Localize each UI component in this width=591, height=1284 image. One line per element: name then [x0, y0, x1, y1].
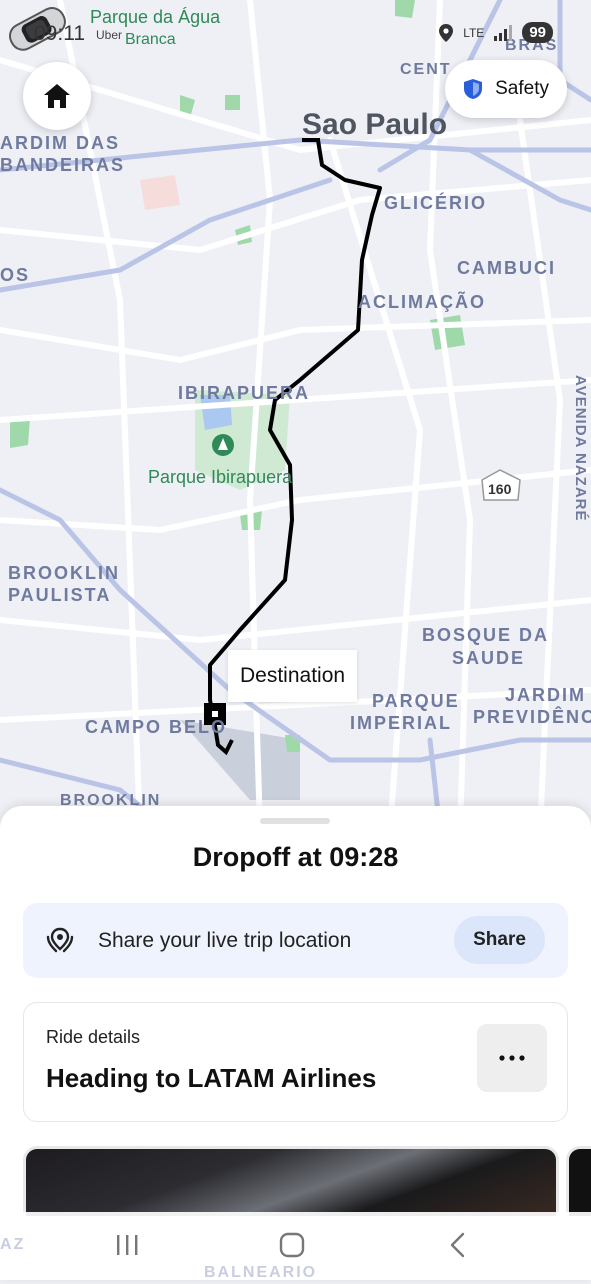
status-time: 09:11	[34, 22, 85, 45]
trip-bottom-sheet[interactable]: Dropoff at 09:28 Share your live trip lo…	[0, 806, 591, 1280]
status-icons: LTE 99	[439, 22, 553, 43]
shield-icon	[464, 79, 483, 99]
map-label-aclimacao: ACLIMAÇÃO	[358, 292, 486, 312]
dropoff-time: Dropoff at 09:28	[192, 842, 399, 872]
map-label-glicerio: GLICÉRIO	[384, 193, 488, 213]
map-label-jardim-bandeiras-1: ARDIM DAS	[0, 133, 120, 153]
ride-destination-title: Heading to LATAM Airlines	[46, 1063, 377, 1093]
safety-label: Safety	[495, 78, 549, 99]
map-city-label: Sao Paulo	[302, 108, 448, 141]
promo-carousel[interactable]	[23, 1146, 591, 1216]
share-trip-text: Share your live trip location	[98, 929, 352, 952]
map-label-brooklin-paulista-1: BROOKLIN	[8, 563, 120, 583]
sheet-drag-handle[interactable]	[260, 818, 330, 824]
back-icon[interactable]	[447, 1232, 469, 1258]
destination-tooltip[interactable]: Destination	[228, 650, 358, 702]
map-label-avenida-nazare: AVENIDA NAZARÉ	[572, 375, 589, 522]
ride-details-card[interactable]: Ride details Heading to LATAM Airlines	[23, 1002, 568, 1122]
recents-icon[interactable]	[114, 1232, 140, 1258]
nav-behind-label-2: BALNEARIO	[204, 1264, 318, 1281]
more-options-icon	[499, 1055, 525, 1061]
battery-indicator: 99	[522, 22, 553, 43]
map-label-jardim-previdencia-1: JARDIM	[505, 685, 587, 705]
system-nav-bar: AZ BALNEARIO	[0, 1212, 591, 1281]
ride-details-label: Ride details	[46, 1027, 141, 1047]
safety-button[interactable]: Safety	[445, 60, 567, 118]
location-icon	[439, 23, 454, 42]
map-label-ibirapuera: IBIRAPUERA	[178, 383, 311, 403]
map-label-parque-imperial-1: PARQUE	[372, 691, 460, 711]
promo-card-image[interactable]	[23, 1146, 559, 1216]
map-label-bosque-saude-2: SAUDE	[452, 648, 526, 668]
map-label-jardim-bandeiras-2: BANDEIRAS	[0, 155, 126, 175]
map-label-cent: CENT	[400, 61, 452, 78]
map-label-brooklin-paulista-2: PAULISTA	[8, 585, 112, 605]
status-app-label: Uber	[96, 28, 123, 42]
map-label-cambuci: CAMBUCI	[457, 258, 556, 278]
network-label: LTE	[463, 25, 485, 40]
route-160-label: 160	[488, 481, 512, 497]
nav-behind-label-1: AZ	[0, 1236, 26, 1253]
map-label-parque-imperial-2: IMPERIAL	[350, 713, 453, 733]
map[interactable]: Parque da Água Branca CENT BRAS Sao Paul…	[0, 0, 591, 830]
signal-icon	[494, 24, 513, 41]
promo-card-image-next[interactable]	[566, 1146, 591, 1216]
status-bar: 09:11 Uber LTE 99	[0, 0, 591, 60]
home-nav-icon[interactable]	[279, 1232, 305, 1258]
share-button[interactable]: Share	[454, 916, 545, 964]
map-label-os: OS	[0, 265, 31, 285]
map-label-parque-ibirapuera: Parque Ibirapuera	[148, 467, 293, 487]
more-options-button[interactable]	[477, 1024, 547, 1092]
location-share-icon	[46, 927, 74, 953]
map-label-jardim-previdencia-2: PREVIDÊNC	[473, 707, 591, 727]
map-label-campo-belo: CAMPO BELO	[85, 717, 228, 737]
map-label-bosque-saude-1: BOSQUE DA	[422, 625, 550, 645]
share-trip-card[interactable]: Share your live trip location Share	[23, 903, 568, 978]
home-icon	[44, 84, 70, 108]
home-button[interactable]	[23, 62, 91, 130]
